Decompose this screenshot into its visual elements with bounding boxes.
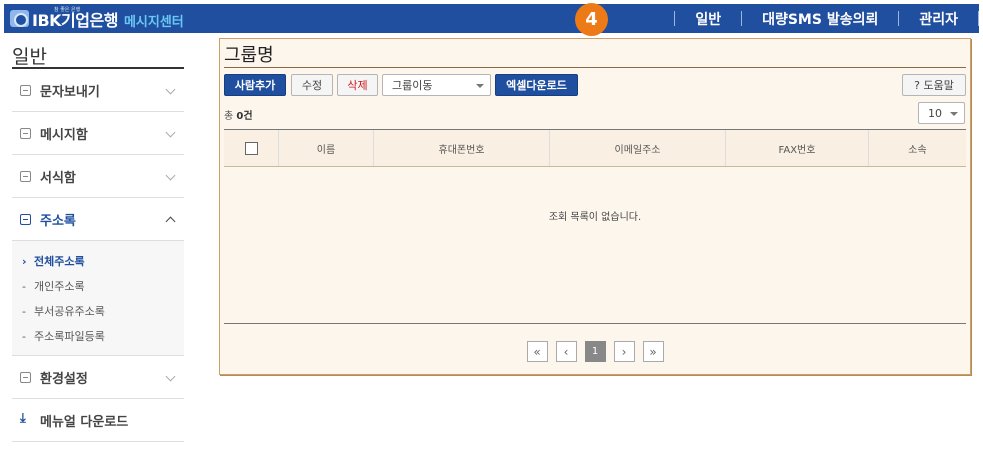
- select-all-checkbox[interactable]: [244, 141, 258, 155]
- contacts-table: 이름 휴대폰번호 이메일주소 FAX번호 소속 조회 목록이 없습니다.: [224, 129, 966, 324]
- column-header[interactable]: 이름: [279, 130, 374, 166]
- chevron-down-icon: [165, 170, 176, 181]
- top-header: 참 좋은 은행 IBK기업은행 메시지센터 일반 대량SMS 발송의뢰 관리자: [4, 4, 979, 33]
- sidebar-item-message-box[interactable]: 메시지함: [12, 112, 184, 155]
- sidebar-item-templates[interactable]: 서식함: [12, 155, 184, 198]
- submenu-label: 주소록파일등록: [34, 330, 105, 343]
- sidebar-item-label: 메시지함: [40, 127, 88, 143]
- sidebar-item-label: 메뉴얼 다운로드: [40, 414, 129, 430]
- submenu-all-contacts[interactable]: › 전체주소록: [12, 249, 184, 274]
- nav-divider: [978, 11, 979, 26]
- submenu-label: 개인주소록: [34, 280, 85, 293]
- count-value: 0건: [236, 111, 253, 122]
- submenu-marker: -: [22, 280, 26, 293]
- brand-subtitle: 메시지센터: [123, 14, 184, 30]
- pagination: « ‹ 1 › »: [220, 341, 970, 362]
- excel-download-button[interactable]: 엑셀다운로드: [495, 74, 578, 96]
- submenu-marker: -: [22, 305, 26, 318]
- select-all-cell: [224, 130, 279, 166]
- sidebar-title: 일반: [12, 38, 184, 69]
- page-size-select[interactable]: 10: [918, 102, 965, 124]
- submenu-marker: -: [22, 330, 26, 343]
- submenu-marker: ›: [22, 255, 27, 268]
- nav-bulk-sms[interactable]: 대량SMS 발송의뢰: [742, 9, 898, 29]
- edit-button[interactable]: 수정: [291, 74, 333, 96]
- table-header: 이름 휴대폰번호 이메일주소 FAX번호 소속: [224, 130, 966, 167]
- prev-page-button[interactable]: ‹: [555, 341, 577, 362]
- count-prefix: 총: [224, 111, 237, 122]
- help-button[interactable]: ? 도움말: [902, 74, 966, 96]
- submenu-file-upload[interactable]: - 주소록파일등록: [12, 324, 184, 349]
- empty-message: 조회 목록이 없습니다.: [548, 212, 642, 223]
- caret-down-icon: [950, 112, 958, 116]
- chevron-down-icon: [165, 371, 176, 382]
- submenu-label: 전체주소록: [34, 255, 85, 268]
- column-header[interactable]: 소속: [869, 130, 966, 166]
- column-header[interactable]: 휴대폰번호: [374, 130, 550, 166]
- brand-name: IBK기업은행: [32, 10, 118, 30]
- document-icon: [20, 127, 31, 139]
- address-book-submenu: › 전체주소록 - 개인주소록 - 부서공유주소록 - 주소록파일등록: [12, 241, 184, 356]
- document-icon: [20, 213, 31, 225]
- chevron-down-icon: [165, 127, 176, 138]
- sidebar-item-address-book[interactable]: 주소록: [12, 198, 184, 241]
- submenu-department-shared[interactable]: - 부서공유주소록: [12, 299, 184, 324]
- logo[interactable]: 참 좋은 은행 IBK기업은행 메시지센터: [10, 4, 184, 33]
- nav-admin[interactable]: 관리자: [899, 9, 978, 29]
- message-icon: [20, 84, 31, 96]
- sidebar-item-label: 문자보내기: [40, 84, 100, 100]
- last-page-button[interactable]: »: [642, 341, 664, 362]
- group-move-select[interactable]: 그룹이동: [382, 74, 491, 96]
- add-person-button[interactable]: 사람추가: [224, 74, 286, 96]
- sidebar-item-send-message[interactable]: 문자보내기: [12, 69, 184, 112]
- sidebar-item-label: 서식함: [40, 170, 76, 186]
- group-panel: 그룹명 사람추가 수정 삭제 그룹이동 엑셀다운로드 ? 도움말 총 0건 10…: [219, 38, 971, 375]
- toolbar: 사람추가 수정 삭제 그룹이동 엑셀다운로드 ? 도움말: [224, 74, 966, 96]
- delete-button[interactable]: 삭제: [337, 74, 378, 96]
- first-page-button[interactable]: «: [526, 341, 548, 362]
- sidebar-item-manual-download[interactable]: 메뉴얼 다운로드: [12, 399, 184, 442]
- step-badge: 4: [575, 3, 608, 36]
- chevron-down-icon: [165, 84, 176, 95]
- document-icon: [20, 371, 31, 383]
- chevron-up-icon: [165, 216, 176, 227]
- page-number-button[interactable]: 1: [584, 341, 606, 362]
- sidebar-item-label: 환경설정: [40, 371, 88, 387]
- sidebar: 일반 문자보내기 메시지함 서식함 주소록 › 전체주소록 - 개인주소록 - 부서공…: [12, 38, 184, 442]
- column-header[interactable]: 이메일주소: [550, 130, 726, 166]
- submenu-personal-contacts[interactable]: - 개인주소록: [12, 274, 184, 299]
- top-nav: 일반 대량SMS 발송의뢰 관리자: [674, 4, 979, 33]
- result-count: 총 0건: [224, 107, 253, 122]
- download-icon: [20, 411, 31, 426]
- document-icon: [20, 170, 31, 182]
- sidebar-item-settings[interactable]: 환경설정: [12, 356, 184, 399]
- page-size-value: 10: [928, 106, 942, 120]
- column-header[interactable]: FAX번호: [726, 130, 869, 166]
- ibk-logo-icon: [10, 10, 29, 27]
- caret-down-icon: [476, 84, 484, 88]
- group-move-value: 그룹이동: [392, 79, 433, 92]
- page-title: 그룹명: [224, 41, 966, 68]
- nav-general[interactable]: 일반: [675, 9, 741, 29]
- sidebar-item-label: 주소록: [40, 213, 76, 229]
- next-page-button[interactable]: ›: [613, 341, 635, 362]
- submenu-label: 부서공유주소록: [34, 305, 105, 318]
